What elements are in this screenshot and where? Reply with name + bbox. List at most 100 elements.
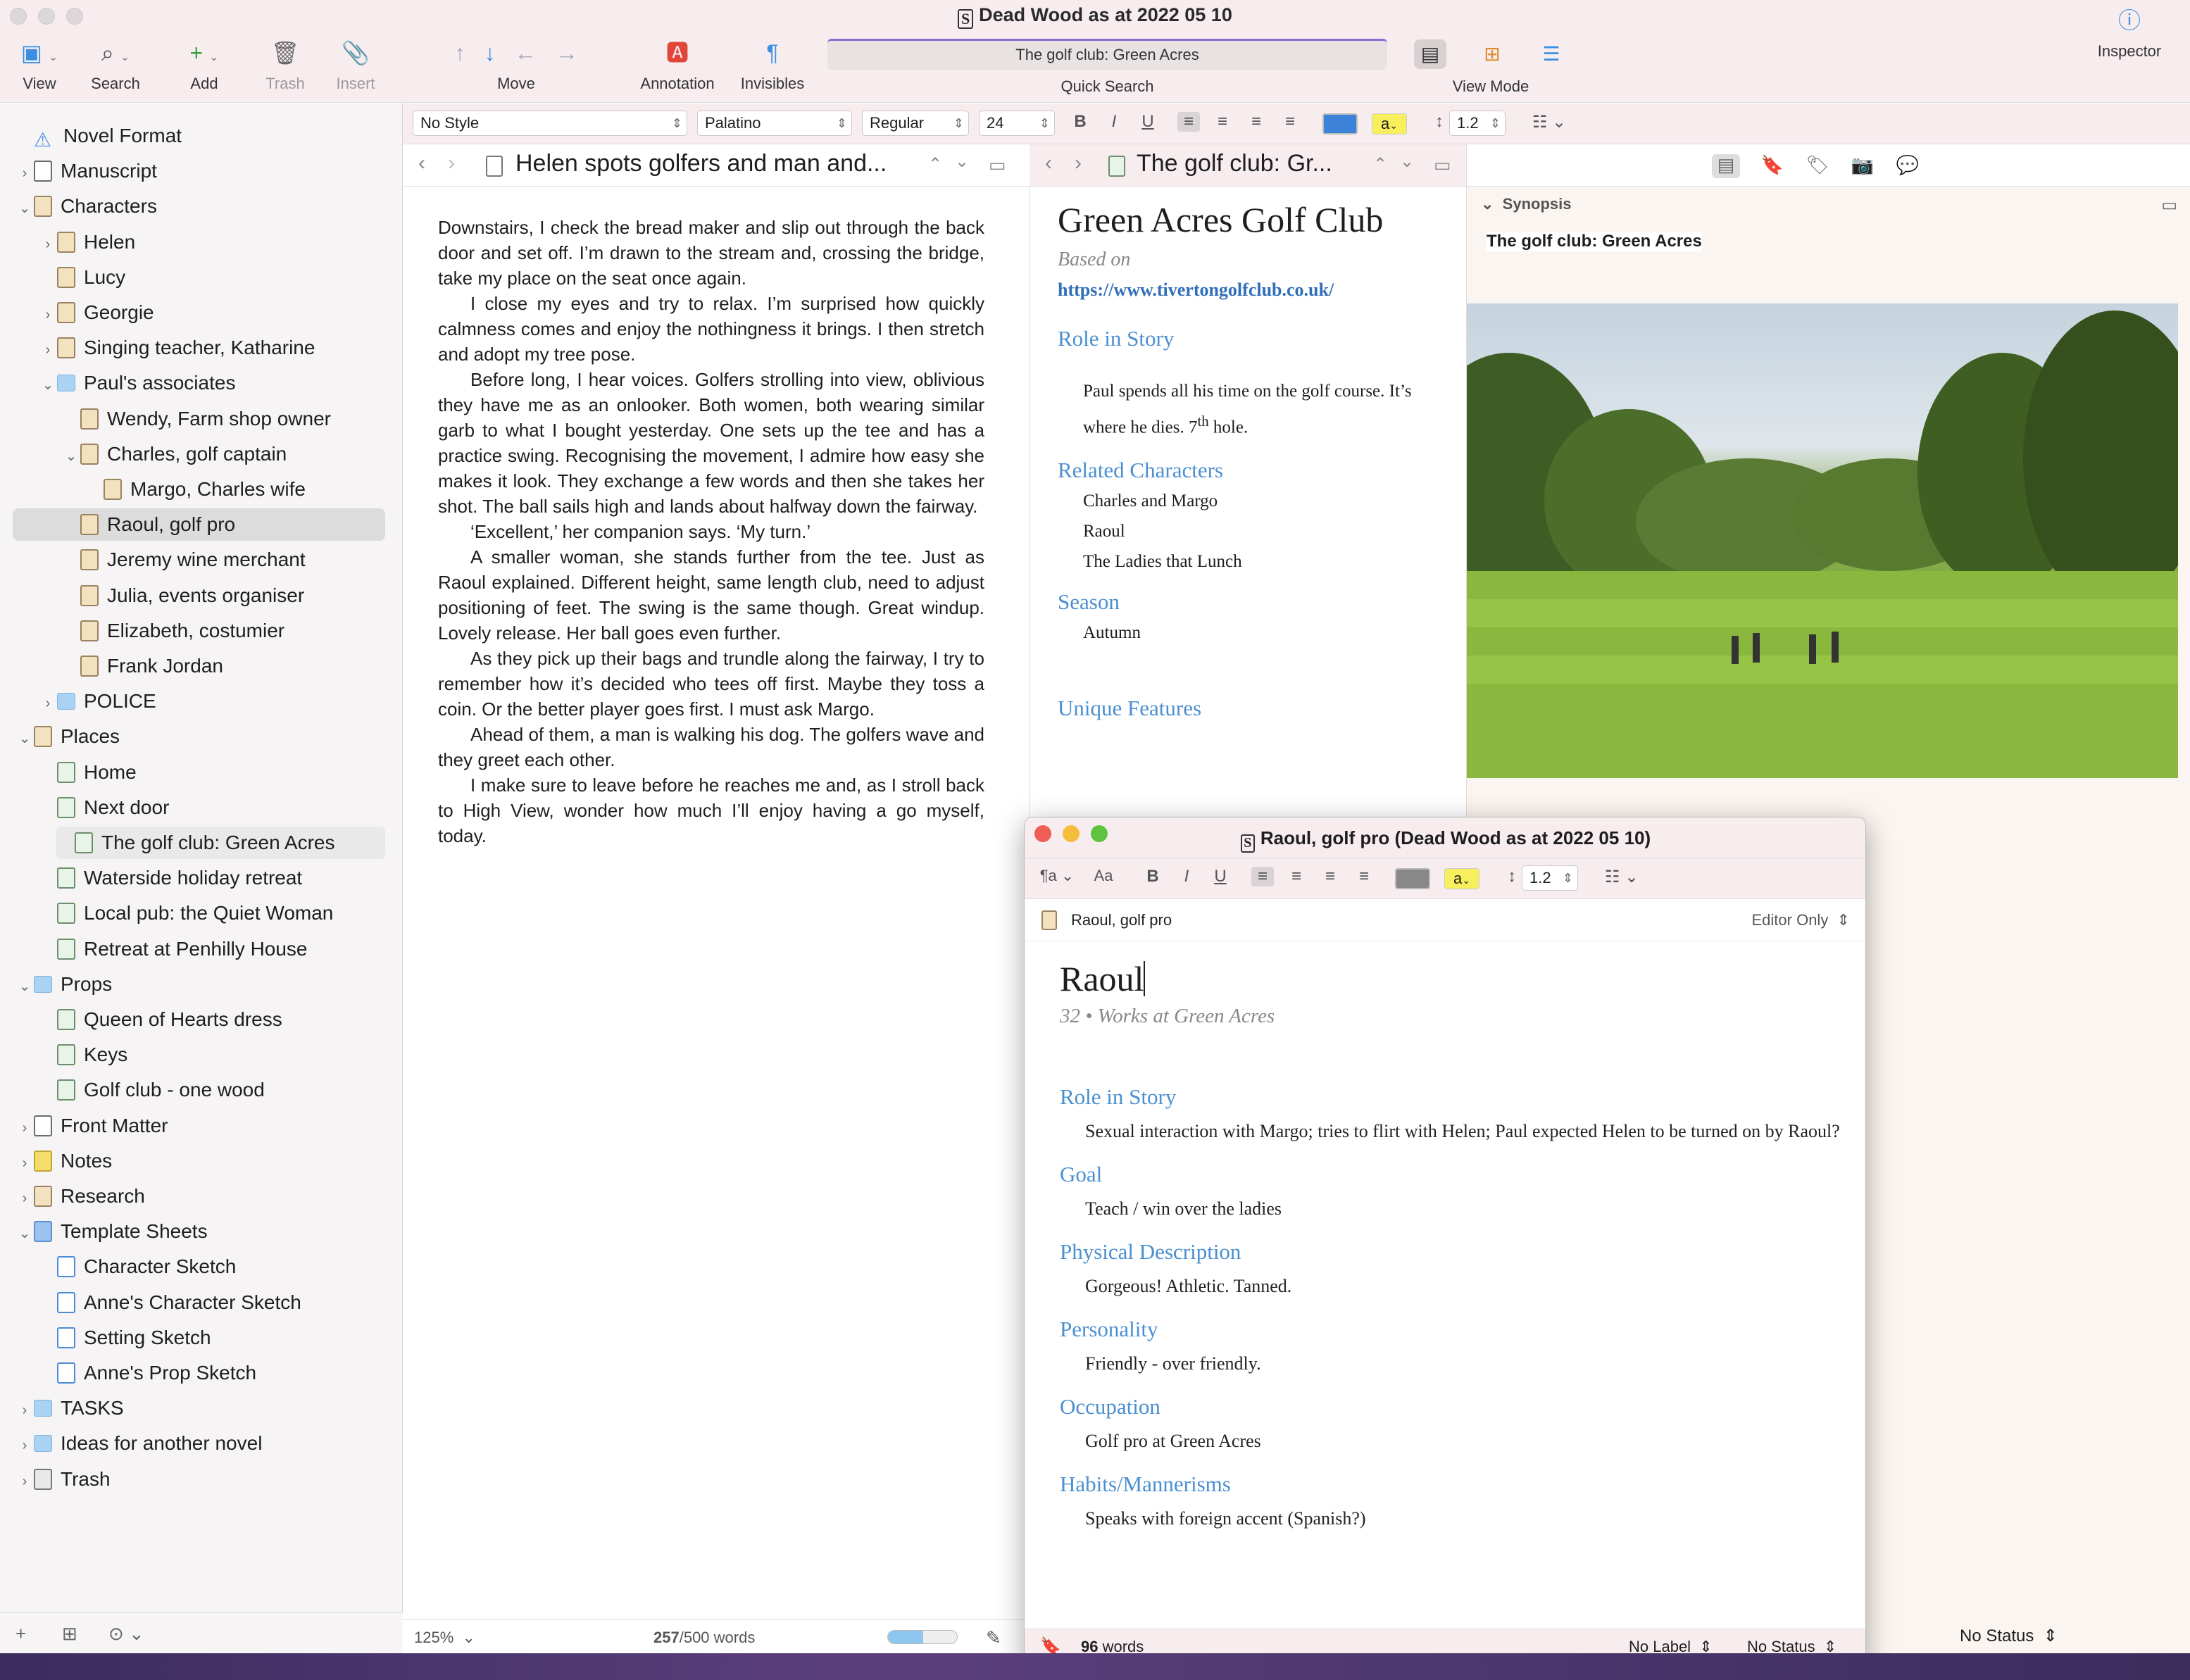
mode-select[interactable]: Editor Only ⇕ — [1752, 899, 1851, 941]
disclosure-icon[interactable]: ⌄ — [15, 192, 34, 225]
binder-item[interactable]: Julia, events organiser — [62, 579, 385, 612]
binder-item[interactable]: The golf club: Green Acres — [56, 827, 385, 859]
binder-item[interactable]: Setting Sketch — [39, 1322, 385, 1354]
binder-item[interactable]: Margo, Charles wife — [85, 473, 385, 506]
underline-button[interactable]: U — [1209, 867, 1232, 886]
italic-button[interactable]: I — [1175, 867, 1198, 886]
binder-item[interactable]: Next door — [39, 791, 385, 824]
disclosure-icon[interactable]: ⌄ — [62, 440, 80, 472]
binder-item[interactable]: Lucy — [39, 261, 385, 294]
disclosure-icon[interactable]: › — [39, 228, 57, 261]
binder-item[interactable]: Wendy, Farm shop owner — [62, 403, 385, 435]
disclosure-icon[interactable]: ⌄ — [15, 722, 34, 755]
list-icon[interactable]: ☷ ⌄ — [1602, 867, 1641, 887]
trash-button[interactable]: 🗑 Trash — [261, 39, 310, 93]
more-options-icon[interactable]: ⊙ ⌄ — [108, 1623, 144, 1645]
view-mode-document-button[interactable]: ▤ — [1414, 39, 1446, 69]
align-right-button[interactable]: ≡ — [1319, 867, 1341, 886]
paragraph-style-button[interactable]: ¶a ⌄ — [1036, 867, 1078, 885]
synopsis-card-icon[interactable]: ▭ — [2161, 195, 2177, 215]
camera-tab-icon[interactable]: 📷 — [1848, 154, 1877, 178]
disclosure-icon[interactable]: › — [15, 1465, 34, 1498]
binder-item[interactable]: › Georgie — [39, 296, 385, 329]
justify-button[interactable]: ≡ — [1353, 867, 1375, 886]
next-doc-icon[interactable]: ⌄ — [955, 151, 969, 172]
align-center-button[interactable]: ≡ — [1285, 867, 1308, 886]
insert-button[interactable]: 📎 Insert — [330, 39, 382, 93]
back-arrow-icon[interactable]: ‹ — [418, 151, 425, 175]
binder-item[interactable]: Raoul, golf pro — [13, 508, 385, 541]
disclosure-icon[interactable]: › — [15, 1147, 34, 1179]
arrow-up-icon[interactable]: ↑ — [454, 40, 465, 65]
binder-item[interactable]: ⌄ Places — [15, 720, 385, 753]
binder-item[interactable]: Waterside holiday retreat — [39, 862, 385, 894]
target-icon[interactable]: ✎ — [986, 1627, 1001, 1649]
synopsis-text[interactable]: The golf club: Green Acres — [1487, 232, 1702, 251]
font-button[interactable]: Aa — [1092, 867, 1115, 885]
binder-item[interactable]: › Trash — [15, 1463, 385, 1496]
bold-button[interactable]: B — [1069, 112, 1091, 132]
align-center-button[interactable]: ≡ — [1211, 112, 1234, 132]
binder-item[interactable]: Character Sketch — [39, 1250, 385, 1283]
search-button[interactable]: ⌕ ⌄ Search — [86, 39, 145, 93]
close-button[interactable] — [1034, 825, 1051, 842]
setting-sheet[interactable]: Green Acres Golf Club Based on https://w… — [1058, 199, 1452, 721]
binder-item[interactable]: Retreat at Penhilly House — [39, 933, 385, 965]
binder-item[interactable]: › Manuscript — [15, 155, 385, 187]
binder-item[interactable]: ⌄ Characters — [15, 190, 385, 222]
weight-select[interactable]: Regular — [862, 111, 969, 136]
align-left-button[interactable]: ≡ — [1251, 867, 1274, 886]
quick-search-field[interactable]: The golf club: Green Acres — [827, 39, 1387, 70]
style-select[interactable]: No Style — [413, 111, 687, 136]
underline-button[interactable]: U — [1137, 112, 1159, 132]
italic-button[interactable]: I — [1103, 112, 1125, 132]
disclosure-icon[interactable]: › — [15, 1394, 34, 1427]
view-mode-outline-button[interactable]: ☰ — [1535, 39, 1568, 69]
bold-button[interactable]: B — [1141, 867, 1164, 886]
text-color-well[interactable] — [1395, 868, 1430, 889]
disclosure-icon[interactable]: › — [39, 687, 57, 720]
arrow-down-icon[interactable]: ↓ — [484, 40, 496, 65]
disclosure-icon[interactable]: ⌄ — [15, 1217, 34, 1250]
line-spacing-select[interactable]: 1.2 — [1449, 111, 1506, 136]
invisibles-button[interactable]: ¶ Invisibles — [739, 39, 806, 93]
inspector-status[interactable]: No Status ⇕ — [1960, 1619, 2058, 1653]
annotation-button[interactable]: 🅰 Annotation — [634, 39, 721, 93]
binder-item[interactable]: › Singing teacher, Katharine — [39, 332, 385, 364]
add-button[interactable]: + ⌄ Add — [177, 39, 231, 93]
tag-tab-icon[interactable]: 🏷 — [1803, 154, 1832, 178]
zoom-button[interactable] — [1091, 825, 1108, 842]
view-mode-corkboard-button[interactable]: ⊞ — [1476, 39, 1508, 69]
label-select[interactable]: No Label ⇕ — [1629, 1629, 1713, 1653]
website-link[interactable]: https://www.tivertongolfclub.co.uk/ — [1058, 280, 1452, 301]
list-icon[interactable]: ☷ ⌄ — [1529, 112, 1569, 132]
binder-item[interactable]: Keys — [39, 1039, 385, 1071]
binder-item[interactable]: › Research — [15, 1180, 385, 1212]
view-button[interactable]: ▣ ⌄ View — [17, 39, 62, 93]
disclosure-icon[interactable]: › — [39, 334, 57, 366]
font-select[interactable]: Palatino — [697, 111, 852, 136]
justify-button[interactable]: ≡ — [1279, 112, 1301, 132]
text-color-well[interactable] — [1322, 113, 1358, 134]
bookmark-tab-icon[interactable]: 🔖 — [1758, 154, 1787, 178]
arrow-left-icon[interactable]: ← — [514, 40, 537, 65]
bookmark-icon[interactable]: 🔖 — [1040, 1629, 1061, 1653]
binder-item[interactable]: › Notes — [15, 1145, 385, 1177]
highlight-well[interactable]: a⌄ — [1372, 113, 1407, 134]
comment-tab-icon[interactable]: 💬 — [1894, 154, 1922, 178]
minimize-button[interactable] — [1063, 825, 1080, 842]
binder-item[interactable]: ⌄ Paul's associates — [39, 367, 385, 399]
new-folder-icon[interactable]: ⊞ — [62, 1623, 77, 1645]
notes-tab-icon[interactable]: ▤ — [1712, 154, 1740, 178]
binder-item[interactable]: › POLICE — [39, 685, 385, 717]
align-left-button[interactable]: ≡ — [1177, 112, 1200, 132]
binder-item[interactable]: ⌄ Props — [15, 968, 385, 1001]
binder-item[interactable]: › Ideas for another novel — [15, 1427, 385, 1460]
synopsis-header[interactable]: ⌄ Synopsis — [1481, 195, 1571, 213]
binder-item[interactable]: Elizabeth, costumier — [62, 615, 385, 647]
binder-item[interactable]: Queen of Hearts dress — [39, 1003, 385, 1036]
binder-item[interactable]: Golf club - one wood — [39, 1074, 385, 1106]
split-icon[interactable]: ▭ — [1434, 154, 1451, 176]
disclosure-icon[interactable]: › — [15, 1429, 34, 1462]
size-select[interactable]: 24 — [979, 111, 1055, 136]
